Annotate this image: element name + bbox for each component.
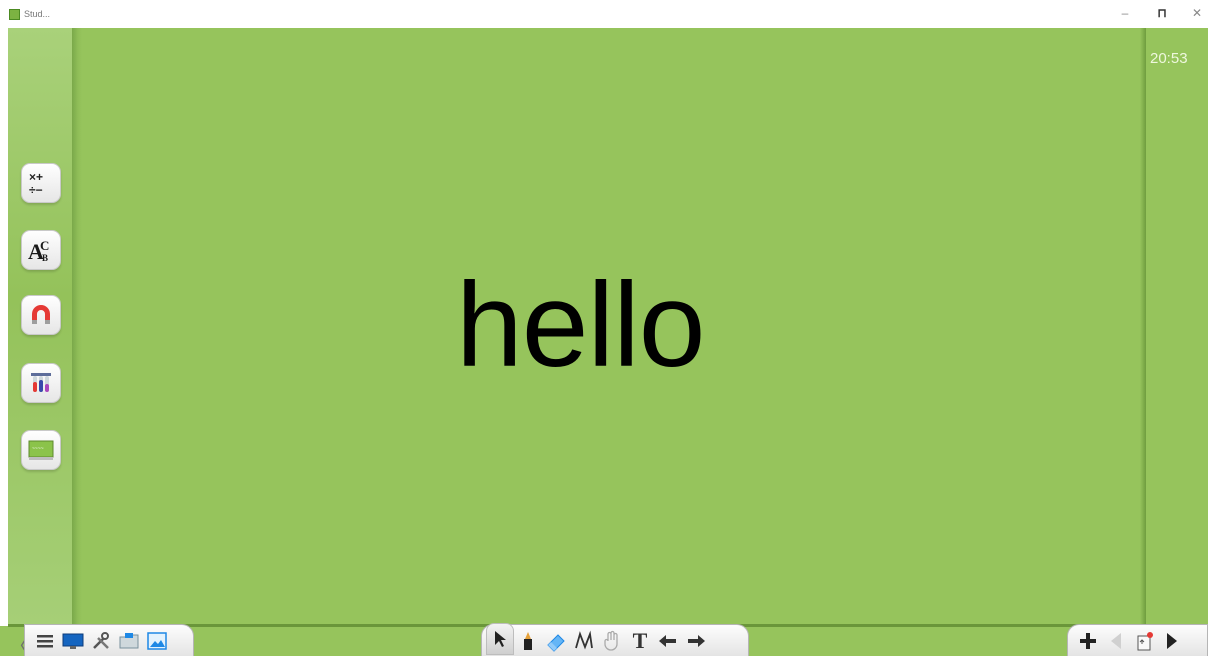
svg-text:B: B [42, 253, 48, 263]
text-icon: T [632, 627, 648, 653]
close-button[interactable]: ✕ [1187, 6, 1207, 20]
image-button[interactable] [143, 627, 171, 655]
next-page-button[interactable] [1158, 627, 1186, 655]
test-tubes-icon [31, 373, 51, 392]
bottom-right-toolbar [1067, 624, 1208, 656]
page-list-icon [1137, 631, 1153, 650]
abc-tool-button[interactable]: A C B [21, 230, 61, 270]
menu-button[interactable] [31, 627, 59, 655]
app-icon [9, 9, 20, 20]
hand-icon [604, 630, 618, 651]
svg-text:×+: ×+ [29, 170, 43, 184]
display-icon [62, 633, 84, 649]
hand-tool-button[interactable] [598, 627, 626, 655]
folder-button[interactable] [115, 627, 143, 655]
add-page-button[interactable] [1074, 627, 1102, 655]
eraser-icon [547, 633, 565, 652]
eraser-tool-button[interactable] [542, 627, 570, 655]
board-icon: ~~~~ [28, 440, 54, 460]
menu-icon [37, 634, 53, 647]
bottom-left-toolbar [24, 624, 194, 656]
chemistry-tool-button[interactable] [21, 363, 61, 403]
svg-text:C: C [40, 238, 49, 253]
magnet-icon [32, 305, 50, 324]
svg-text:÷−: ÷− [29, 183, 43, 196]
display-button[interactable] [59, 627, 87, 655]
abc-icon: A C B [28, 238, 49, 264]
undo-icon [659, 634, 676, 647]
magnet-tool-button[interactable] [21, 295, 61, 335]
page-list-button[interactable] [1130, 627, 1158, 655]
undo-button[interactable] [654, 627, 682, 655]
pen-tool-button[interactable] [514, 627, 542, 655]
redo-button[interactable] [682, 627, 710, 655]
select-tool-button[interactable] [486, 622, 514, 655]
math-tool-button[interactable]: ×+ ÷− [21, 163, 61, 203]
previous-page-icon [1111, 632, 1121, 649]
right-panel [1146, 28, 1208, 626]
title-bar: Stud... – ⊓ ✕ [0, 0, 1208, 28]
svg-text:~~~~: ~~~~ [32, 446, 44, 452]
image-icon [147, 631, 167, 650]
folder-icon [119, 632, 139, 648]
shape-tool-button[interactable] [570, 627, 598, 655]
clock: 20:53 [1150, 50, 1188, 67]
math-icon: ×+ ÷− [29, 170, 43, 196]
tools-button[interactable] [87, 627, 115, 655]
next-page-icon [1167, 632, 1177, 649]
window-title: Stud... [24, 9, 51, 19]
tools-icon [93, 631, 109, 649]
maximize-button[interactable]: ⊓ [1152, 6, 1172, 20]
shape-icon [575, 629, 593, 650]
text-tool-button[interactable]: T [626, 627, 654, 655]
minimize-button[interactable]: – [1115, 6, 1135, 20]
redo-icon [688, 634, 705, 647]
add-page-icon [1080, 632, 1096, 649]
left-panel-divider [72, 28, 82, 626]
previous-page-button[interactable] [1102, 627, 1130, 655]
select-icon [495, 630, 506, 647]
bottom-center-toolbar: T [481, 622, 749, 656]
canvas-text[interactable]: hello [456, 256, 706, 394]
pen-icon [524, 631, 532, 650]
board-tool-button[interactable]: ~~~~ [21, 430, 61, 470]
